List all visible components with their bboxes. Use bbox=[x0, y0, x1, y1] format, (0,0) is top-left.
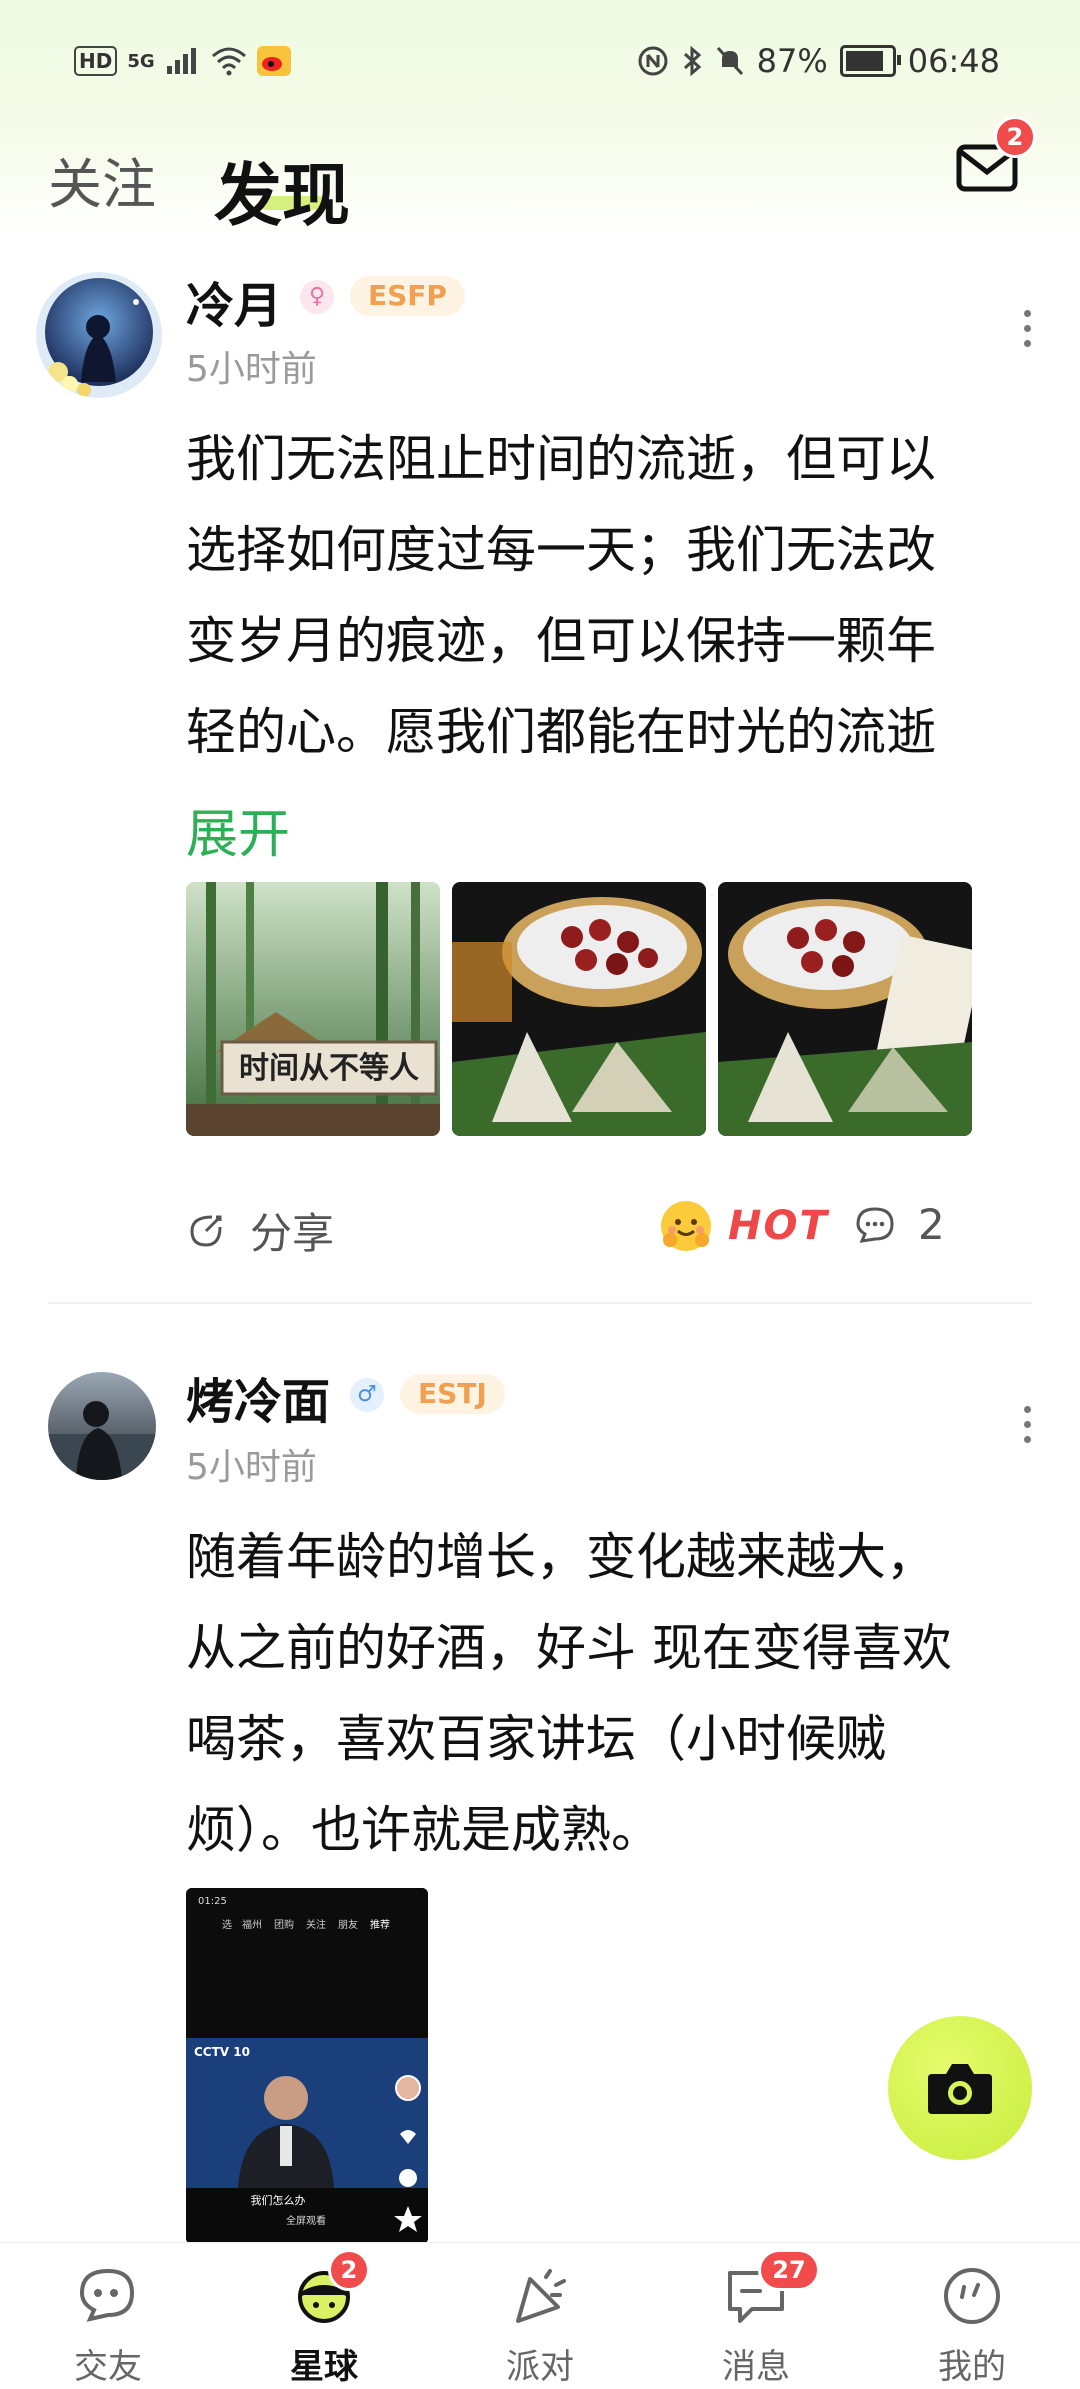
post-text-line: 烦）。也许就是成熟。 bbox=[186, 1801, 661, 1859]
nav-label: 我的 bbox=[938, 2347, 1006, 2387]
post-text-line: 变岁月的痕迹，但可以保持一颗年 bbox=[186, 612, 936, 670]
mute-bell-icon bbox=[716, 46, 743, 76]
more-options-icon[interactable] bbox=[1024, 310, 1034, 355]
post-text-line: 我们无法阻止时间的流逝，但可以 bbox=[186, 430, 936, 488]
hd-indicator: HD bbox=[74, 46, 118, 76]
avatar[interactable] bbox=[48, 1372, 156, 1480]
post-text-line: 从之前的好酒，好斗 现在变得喜欢 bbox=[186, 1619, 952, 1677]
hot-label: HOT bbox=[728, 1203, 829, 1249]
post-text-line: 选择如何度过每一天；我们无法改 bbox=[186, 521, 936, 579]
camera-icon bbox=[928, 2064, 992, 2114]
nav-badge: 2 bbox=[328, 2249, 370, 2291]
signal-icon bbox=[166, 48, 196, 74]
photo-caption: 时间从不等人 bbox=[239, 1051, 419, 1086]
video-channel-logo: CCTV 10 bbox=[194, 2045, 250, 2059]
male-icon: ♂ bbox=[350, 1378, 384, 1412]
hug-emoji-icon bbox=[661, 1201, 711, 1251]
nav-item-friends[interactable]: 交友 bbox=[0, 2243, 216, 2389]
avatar[interactable] bbox=[36, 272, 162, 398]
nav-item-messages[interactable]: 27 消息 bbox=[648, 2243, 864, 2389]
hot-reaction[interactable]: HOT bbox=[658, 1198, 829, 1254]
bottom-nav: 交友 2 星球 派对 27 消息 我的 bbox=[0, 2242, 1080, 2389]
battery-percent: 87% bbox=[756, 42, 828, 80]
video-status-time: 01:25 bbox=[198, 1896, 227, 1907]
mbti-badge: ESTJ bbox=[400, 1374, 505, 1414]
video-tab: 推荐 bbox=[370, 1918, 390, 1931]
post-photo-zongzi-2[interactable] bbox=[718, 882, 972, 1136]
camera-button[interactable] bbox=[888, 2016, 1032, 2160]
tab-discover[interactable]: 发现 bbox=[214, 140, 350, 239]
video-tab: 选 bbox=[222, 1918, 232, 1931]
nav-badge: 27 bbox=[758, 2249, 820, 2291]
mail-button[interactable]: 2 bbox=[956, 116, 1036, 192]
party-popper-icon bbox=[516, 2269, 566, 2323]
nav-label: 派对 bbox=[506, 2347, 574, 2387]
video-caption: 我们怎么办 bbox=[251, 2193, 306, 2207]
network-5g-label: 5G bbox=[127, 50, 155, 72]
mail-badge: 2 bbox=[994, 116, 1036, 158]
nav-item-planet[interactable]: 2 星球 bbox=[216, 2243, 432, 2389]
battery-icon bbox=[839, 45, 901, 77]
comment-count: 2 bbox=[918, 1200, 945, 1249]
share-button[interactable]: 分享 bbox=[186, 1200, 334, 1261]
post-time: 5小时前 bbox=[186, 349, 317, 390]
nav-item-party[interactable]: 派对 bbox=[432, 2243, 648, 2389]
clock: 06:48 bbox=[907, 42, 1000, 80]
chat-bubbles-icon bbox=[79, 2268, 135, 2322]
nav-item-profile[interactable]: 我的 bbox=[864, 2243, 1080, 2389]
post-text[interactable]: 我们无法阻止时间的流逝，但可以 选择如何度过每一天；我们无法改 变岁月的痕迹，但… bbox=[186, 414, 1026, 778]
nfc-icon bbox=[638, 46, 668, 76]
video-tab: 团购 bbox=[274, 1918, 294, 1931]
video-tab: 关注 bbox=[306, 1918, 326, 1931]
expand-link[interactable]: 展开 bbox=[186, 792, 290, 867]
bluetooth-icon bbox=[683, 45, 701, 77]
comment-icon bbox=[856, 1206, 894, 1243]
more-options-icon[interactable] bbox=[1024, 1406, 1034, 1451]
fullscreen-button[interactable]: 全屏观看 bbox=[286, 2214, 326, 2227]
share-label: 分享 bbox=[250, 1209, 335, 1258]
profile-icon bbox=[944, 2268, 1000, 2324]
mbti-badge: ESFP bbox=[350, 276, 465, 316]
nav-label: 消息 bbox=[722, 2347, 790, 2387]
video-tab: 福州 bbox=[242, 1918, 262, 1931]
weibo-icon bbox=[256, 46, 291, 76]
username[interactable]: 冷月 bbox=[186, 266, 282, 336]
nav-label: 星球 bbox=[290, 2347, 358, 2387]
post-photo-bamboo[interactable]: 时间从不等人 bbox=[186, 882, 440, 1136]
share-icon bbox=[190, 1215, 222, 1247]
video-tab: 朋友 bbox=[338, 1918, 358, 1931]
post-video-thumbnail[interactable]: 01:25 选 福州 团购 关注 朋友 推荐 CCTV 10 我们怎么办 全屏观… bbox=[186, 1888, 428, 2244]
post-text-line: 喝茶，喜欢百家讲坛（小时候贼 bbox=[186, 1710, 886, 1768]
post-photo-zongzi-1[interactable] bbox=[452, 882, 706, 1136]
post-text-line: 随着年龄的增长，变化越来越大， bbox=[186, 1528, 936, 1586]
post-text-line: 轻的心。愿我们都能在时光的流逝 bbox=[186, 703, 936, 761]
female-icon: ♀ bbox=[300, 280, 334, 314]
tab-follow[interactable]: 关注 bbox=[48, 140, 156, 219]
nav-label: 交友 bbox=[74, 2347, 142, 2387]
status-bar: HD 5G 87% 06:48 bbox=[0, 38, 1080, 88]
comment-button[interactable]: 2 bbox=[854, 1200, 945, 1249]
post-time: 5小时前 bbox=[186, 1447, 317, 1488]
header-background bbox=[0, 0, 1080, 240]
post-text[interactable]: 随着年龄的增长，变化越来越大， 从之前的好酒，好斗 现在变得喜欢 喝茶，喜欢百家… bbox=[186, 1512, 1026, 1876]
post-divider bbox=[48, 1302, 1032, 1304]
username[interactable]: 烤冷面 bbox=[186, 1362, 330, 1432]
wifi-icon bbox=[211, 47, 246, 76]
